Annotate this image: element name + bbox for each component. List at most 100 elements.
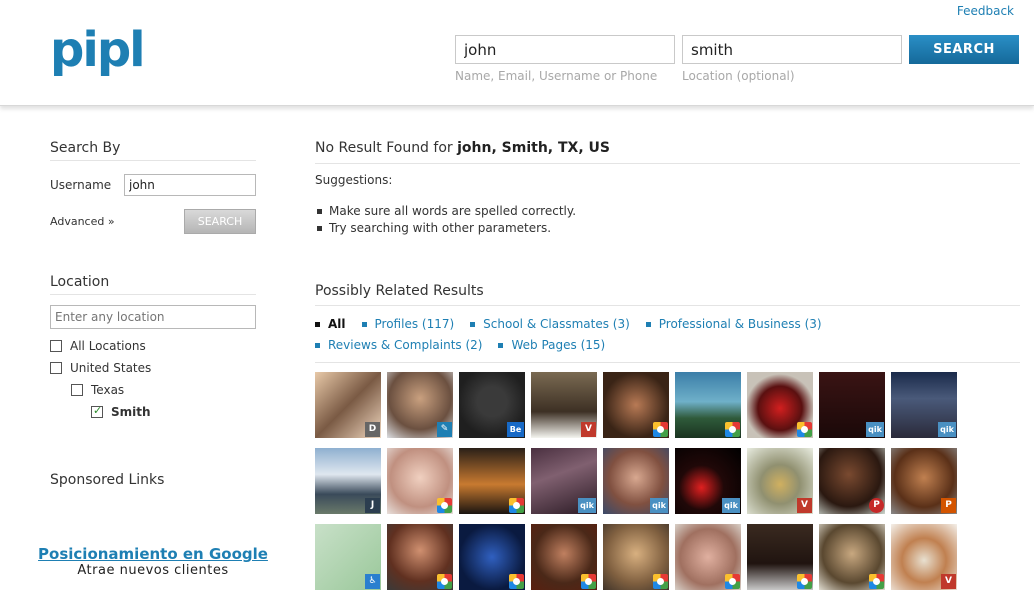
suggestions-title: Suggestions:	[315, 173, 393, 187]
source-badge-icon: qik	[722, 498, 740, 513]
filter-label: Profiles (117)	[374, 317, 455, 331]
source-badge-icon: ♿	[365, 574, 380, 589]
location-option-united-states[interactable]: United States	[50, 361, 256, 375]
pipl-logo[interactable]: pipl	[50, 26, 146, 74]
bullet-icon	[498, 343, 504, 348]
checkbox-all-locations[interactable]	[50, 340, 62, 352]
location-option-label: Smith	[111, 405, 151, 419]
result-thumbnail[interactable]	[387, 448, 453, 514]
sponsored-ad: Posicionamiento en Google Atrae nuevos c…	[24, 546, 282, 579]
result-thumbnail[interactable]	[747, 372, 813, 438]
location-title: Location	[50, 274, 256, 295]
bullet-icon	[470, 322, 476, 327]
location-filter-input[interactable]	[50, 305, 256, 329]
filter-all[interactable]: All	[315, 314, 346, 335]
sidebar-search-button[interactable]: SEARCH	[184, 209, 256, 234]
source-badge-icon	[869, 574, 884, 589]
advanced-link[interactable]: Advanced »	[50, 215, 115, 228]
source-badge-icon: D	[365, 422, 380, 437]
result-filters: All Profiles (117) School & Classmates (…	[315, 314, 1020, 363]
suggestion-item: Try searching with other parameters.	[315, 220, 1020, 237]
source-badge-icon	[437, 498, 452, 513]
result-thumbnail[interactable]: qik	[531, 448, 597, 514]
source-badge-icon: qik	[938, 422, 956, 437]
username-label: Username	[50, 178, 112, 192]
checkbox-texas[interactable]	[71, 384, 83, 396]
result-thumbnail[interactable]: D	[315, 372, 381, 438]
no-result-prefix: No Result Found for	[315, 140, 458, 156]
filter-reviews-complaints[interactable]: Reviews & Complaints (2)	[315, 335, 482, 356]
source-badge-icon: qik	[578, 498, 596, 513]
location-search-input[interactable]	[682, 35, 902, 64]
bullet-icon	[315, 322, 320, 327]
result-thumbnail[interactable]	[531, 524, 597, 590]
result-thumbnail[interactable]: qik	[603, 448, 669, 514]
result-thumbnail[interactable]	[387, 524, 453, 590]
main-content: No Result Found for john, Smith, TX, US …	[315, 140, 1020, 590]
name-input-hint: Name, Email, Username or Phone	[455, 69, 658, 83]
username-input[interactable]	[124, 174, 256, 196]
result-thumbnail[interactable]	[603, 524, 669, 590]
result-thumbnail[interactable]: qik	[819, 372, 885, 438]
source-badge-icon	[581, 574, 596, 589]
source-badge-icon	[725, 422, 740, 437]
bullet-icon	[645, 322, 651, 327]
location-option-label: Texas	[91, 383, 125, 397]
result-thumbnail[interactable]: V	[747, 448, 813, 514]
result-thumbnail[interactable]: P	[891, 448, 957, 514]
username-row: Username	[50, 174, 256, 196]
bullet-icon	[315, 343, 320, 348]
result-thumbnail[interactable]	[747, 524, 813, 590]
result-thumbnail[interactable]: P	[819, 448, 885, 514]
no-result-heading: No Result Found for john, Smith, TX, US	[315, 140, 1020, 164]
filter-professional-business[interactable]: Professional & Business (3)	[645, 314, 822, 335]
result-thumbnail[interactable]	[459, 448, 525, 514]
source-badge-icon	[509, 574, 524, 589]
filter-label: Reviews & Complaints (2)	[328, 338, 483, 352]
filter-label: Web Pages (15)	[511, 338, 606, 352]
source-badge-icon	[797, 422, 812, 437]
search-by-title: Search By	[50, 140, 256, 161]
result-thumbnail[interactable]: qik	[675, 448, 741, 514]
result-thumbnail[interactable]: Be	[459, 372, 525, 438]
result-thumbnail[interactable]	[603, 372, 669, 438]
result-thumbnail[interactable]	[819, 524, 885, 590]
source-badge-icon	[653, 422, 668, 437]
result-thumbnail[interactable]	[675, 372, 741, 438]
source-badge-icon: qik	[650, 498, 668, 513]
checkbox-smith[interactable]	[91, 404, 103, 418]
result-thumbnail[interactable]: V	[891, 524, 957, 590]
filter-school-classmates[interactable]: School & Classmates (3)	[470, 314, 630, 335]
name-search-input[interactable]	[455, 35, 675, 64]
filter-label: Professional & Business (3)	[658, 317, 822, 331]
source-badge-icon: ✎	[437, 422, 452, 437]
suggestions-list: Make sure all words are spelled correctl…	[315, 203, 1020, 237]
location-option-all[interactable]: All Locations	[50, 339, 256, 353]
ad-title-link[interactable]: Posicionamiento en Google	[24, 546, 282, 563]
location-option-texas[interactable]: Texas	[71, 383, 256, 397]
result-thumbnail[interactable]: qik	[891, 372, 957, 438]
header-search-button[interactable]: SEARCH	[909, 35, 1019, 64]
filter-label: School & Classmates (3)	[483, 317, 630, 331]
filter-web-pages[interactable]: Web Pages (15)	[498, 335, 605, 356]
result-thumbnails-grid: D ✎ Be Vqik qik Jqik qik qik V P P ♿ V	[315, 372, 1020, 590]
sidebar: Search By Username Advanced » SEARCH Loc…	[38, 140, 268, 578]
result-thumbnail[interactable]	[675, 524, 741, 590]
result-thumbnail[interactable]: V	[531, 372, 597, 438]
advanced-row: Advanced » SEARCH	[50, 209, 256, 234]
filter-profiles[interactable]: Profiles (117)	[361, 314, 455, 335]
source-badge-icon: V	[941, 574, 956, 589]
result-thumbnail[interactable]: ✎	[387, 372, 453, 438]
top-header: pipl Feedback Name, Email, Username or P…	[0, 0, 1034, 106]
result-thumbnail[interactable]: ♿	[315, 524, 381, 590]
no-result-query: john, Smith, TX, US	[457, 140, 610, 156]
filter-label: All	[328, 317, 346, 331]
source-badge-icon	[725, 574, 740, 589]
source-badge-icon	[509, 498, 524, 513]
result-thumbnail[interactable]: J	[315, 448, 381, 514]
checkbox-united-states[interactable]	[50, 362, 62, 374]
result-thumbnail[interactable]	[459, 524, 525, 590]
related-results-title: Possibly Related Results	[315, 283, 1020, 306]
location-option-smith[interactable]: Smith	[91, 404, 256, 419]
feedback-link[interactable]: Feedback	[957, 4, 1014, 18]
